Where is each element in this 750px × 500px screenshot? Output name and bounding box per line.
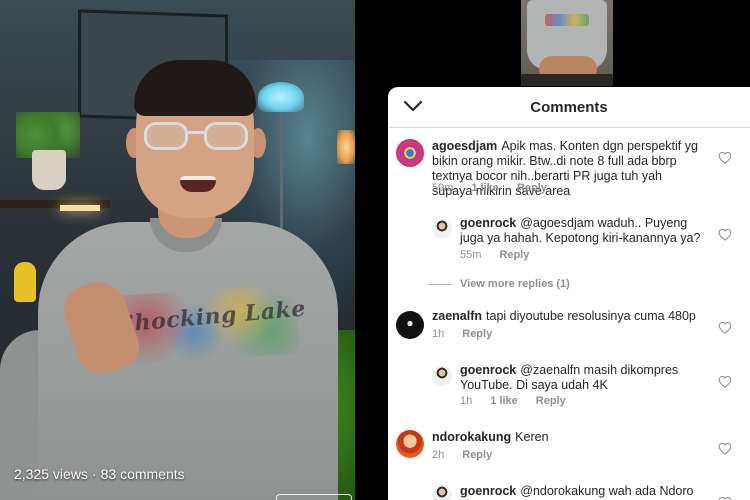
- warm-light: [337, 130, 355, 164]
- comment-text: goenrock@ndorokakung wah ada Ndoro 🙏🏻: [460, 484, 710, 500]
- comments-header: Comments: [388, 87, 750, 128]
- comment-username[interactable]: ndorokakung: [432, 430, 511, 444]
- stats-separator: ·: [91, 466, 97, 482]
- comment-username[interactable]: zaenalfn: [432, 309, 482, 323]
- comment-username[interactable]: goenrock: [460, 363, 516, 377]
- comment-text: ndorokakung Keren: [432, 430, 702, 445]
- comment-time: 1h: [432, 328, 445, 340]
- plant-pot: [32, 150, 66, 190]
- heart-icon[interactable]: [718, 151, 732, 164]
- heart-icon[interactable]: [718, 496, 732, 500]
- comment-meta: 2h Reply: [432, 449, 510, 461]
- reply-button[interactable]: Reply: [499, 249, 529, 261]
- avatar[interactable]: [396, 430, 424, 458]
- comment-meta: 1h Reply: [432, 328, 510, 340]
- avatar[interactable]: [432, 366, 452, 386]
- comment-body: tapi diyoutube resolusinya cuma 480p: [486, 309, 696, 323]
- reply-button[interactable]: Reply: [517, 182, 547, 194]
- reply-button[interactable]: Reply: [462, 449, 492, 461]
- avatar[interactable]: [432, 485, 452, 500]
- comment-username[interactable]: goenrock: [460, 484, 516, 498]
- comment-username[interactable]: agoesdjam: [432, 139, 497, 153]
- avatar[interactable]: [396, 311, 424, 339]
- comment-body: Keren: [515, 430, 549, 444]
- heart-icon[interactable]: [718, 228, 732, 241]
- comment-time: 55m: [460, 249, 482, 261]
- video-action-button[interactable]: [276, 494, 352, 500]
- comment-meta: 55m Reply: [460, 249, 547, 261]
- comment-time: 59m: [432, 182, 454, 194]
- presenter-mouth: [180, 176, 216, 192]
- comments-count[interactable]: 83 comments: [101, 466, 185, 482]
- avatar[interactable]: [432, 219, 452, 239]
- lamp: [258, 82, 304, 112]
- heart-icon[interactable]: [718, 321, 732, 334]
- presenter-glasses: [144, 122, 248, 152]
- lamp-pole: [280, 108, 283, 228]
- video-stats: 2,325 views · 83 comments: [14, 466, 185, 482]
- video-mini-preview[interactable]: [521, 0, 613, 86]
- comment-meta: 1h 1 like Reply: [460, 395, 584, 407]
- comments-title: Comments: [530, 99, 608, 116]
- shelf-light: [60, 205, 100, 211]
- comment-text: goenrock @zaenalfn masih dikompres YouTub…: [460, 363, 710, 393]
- figurine: [14, 262, 36, 302]
- comment-time: 1h: [460, 395, 473, 407]
- comment-likes[interactable]: 1 like: [471, 182, 499, 194]
- comment-likes[interactable]: 1 like: [490, 395, 518, 407]
- reply-button[interactable]: Reply: [462, 328, 492, 340]
- comment-time: 2h: [432, 449, 445, 461]
- heart-icon[interactable]: [718, 375, 732, 388]
- comment-text: goenrock @agoesdjam waduh.. Puyeng juga y…: [460, 216, 710, 246]
- views-count: 2,325 views: [14, 466, 88, 482]
- avatar[interactable]: [396, 139, 424, 167]
- heart-icon[interactable]: [718, 442, 732, 455]
- comment-username[interactable]: goenrock: [460, 216, 516, 230]
- reply-button[interactable]: Reply: [536, 395, 566, 407]
- comment-meta: 59m 1 like Reply: [432, 182, 565, 194]
- video-frame[interactable]: Shocking Lake 2,325 views · 83 comments: [0, 0, 355, 500]
- view-more-replies[interactable]: View more replies (1): [460, 278, 570, 290]
- comments-panel: Comments agoesdjam Apik mas. Konten dgn p…: [388, 87, 750, 500]
- presenter-hair: [134, 60, 256, 116]
- comment-text: zaenalfn tapi diyoutube resolusinya cuma …: [432, 309, 702, 324]
